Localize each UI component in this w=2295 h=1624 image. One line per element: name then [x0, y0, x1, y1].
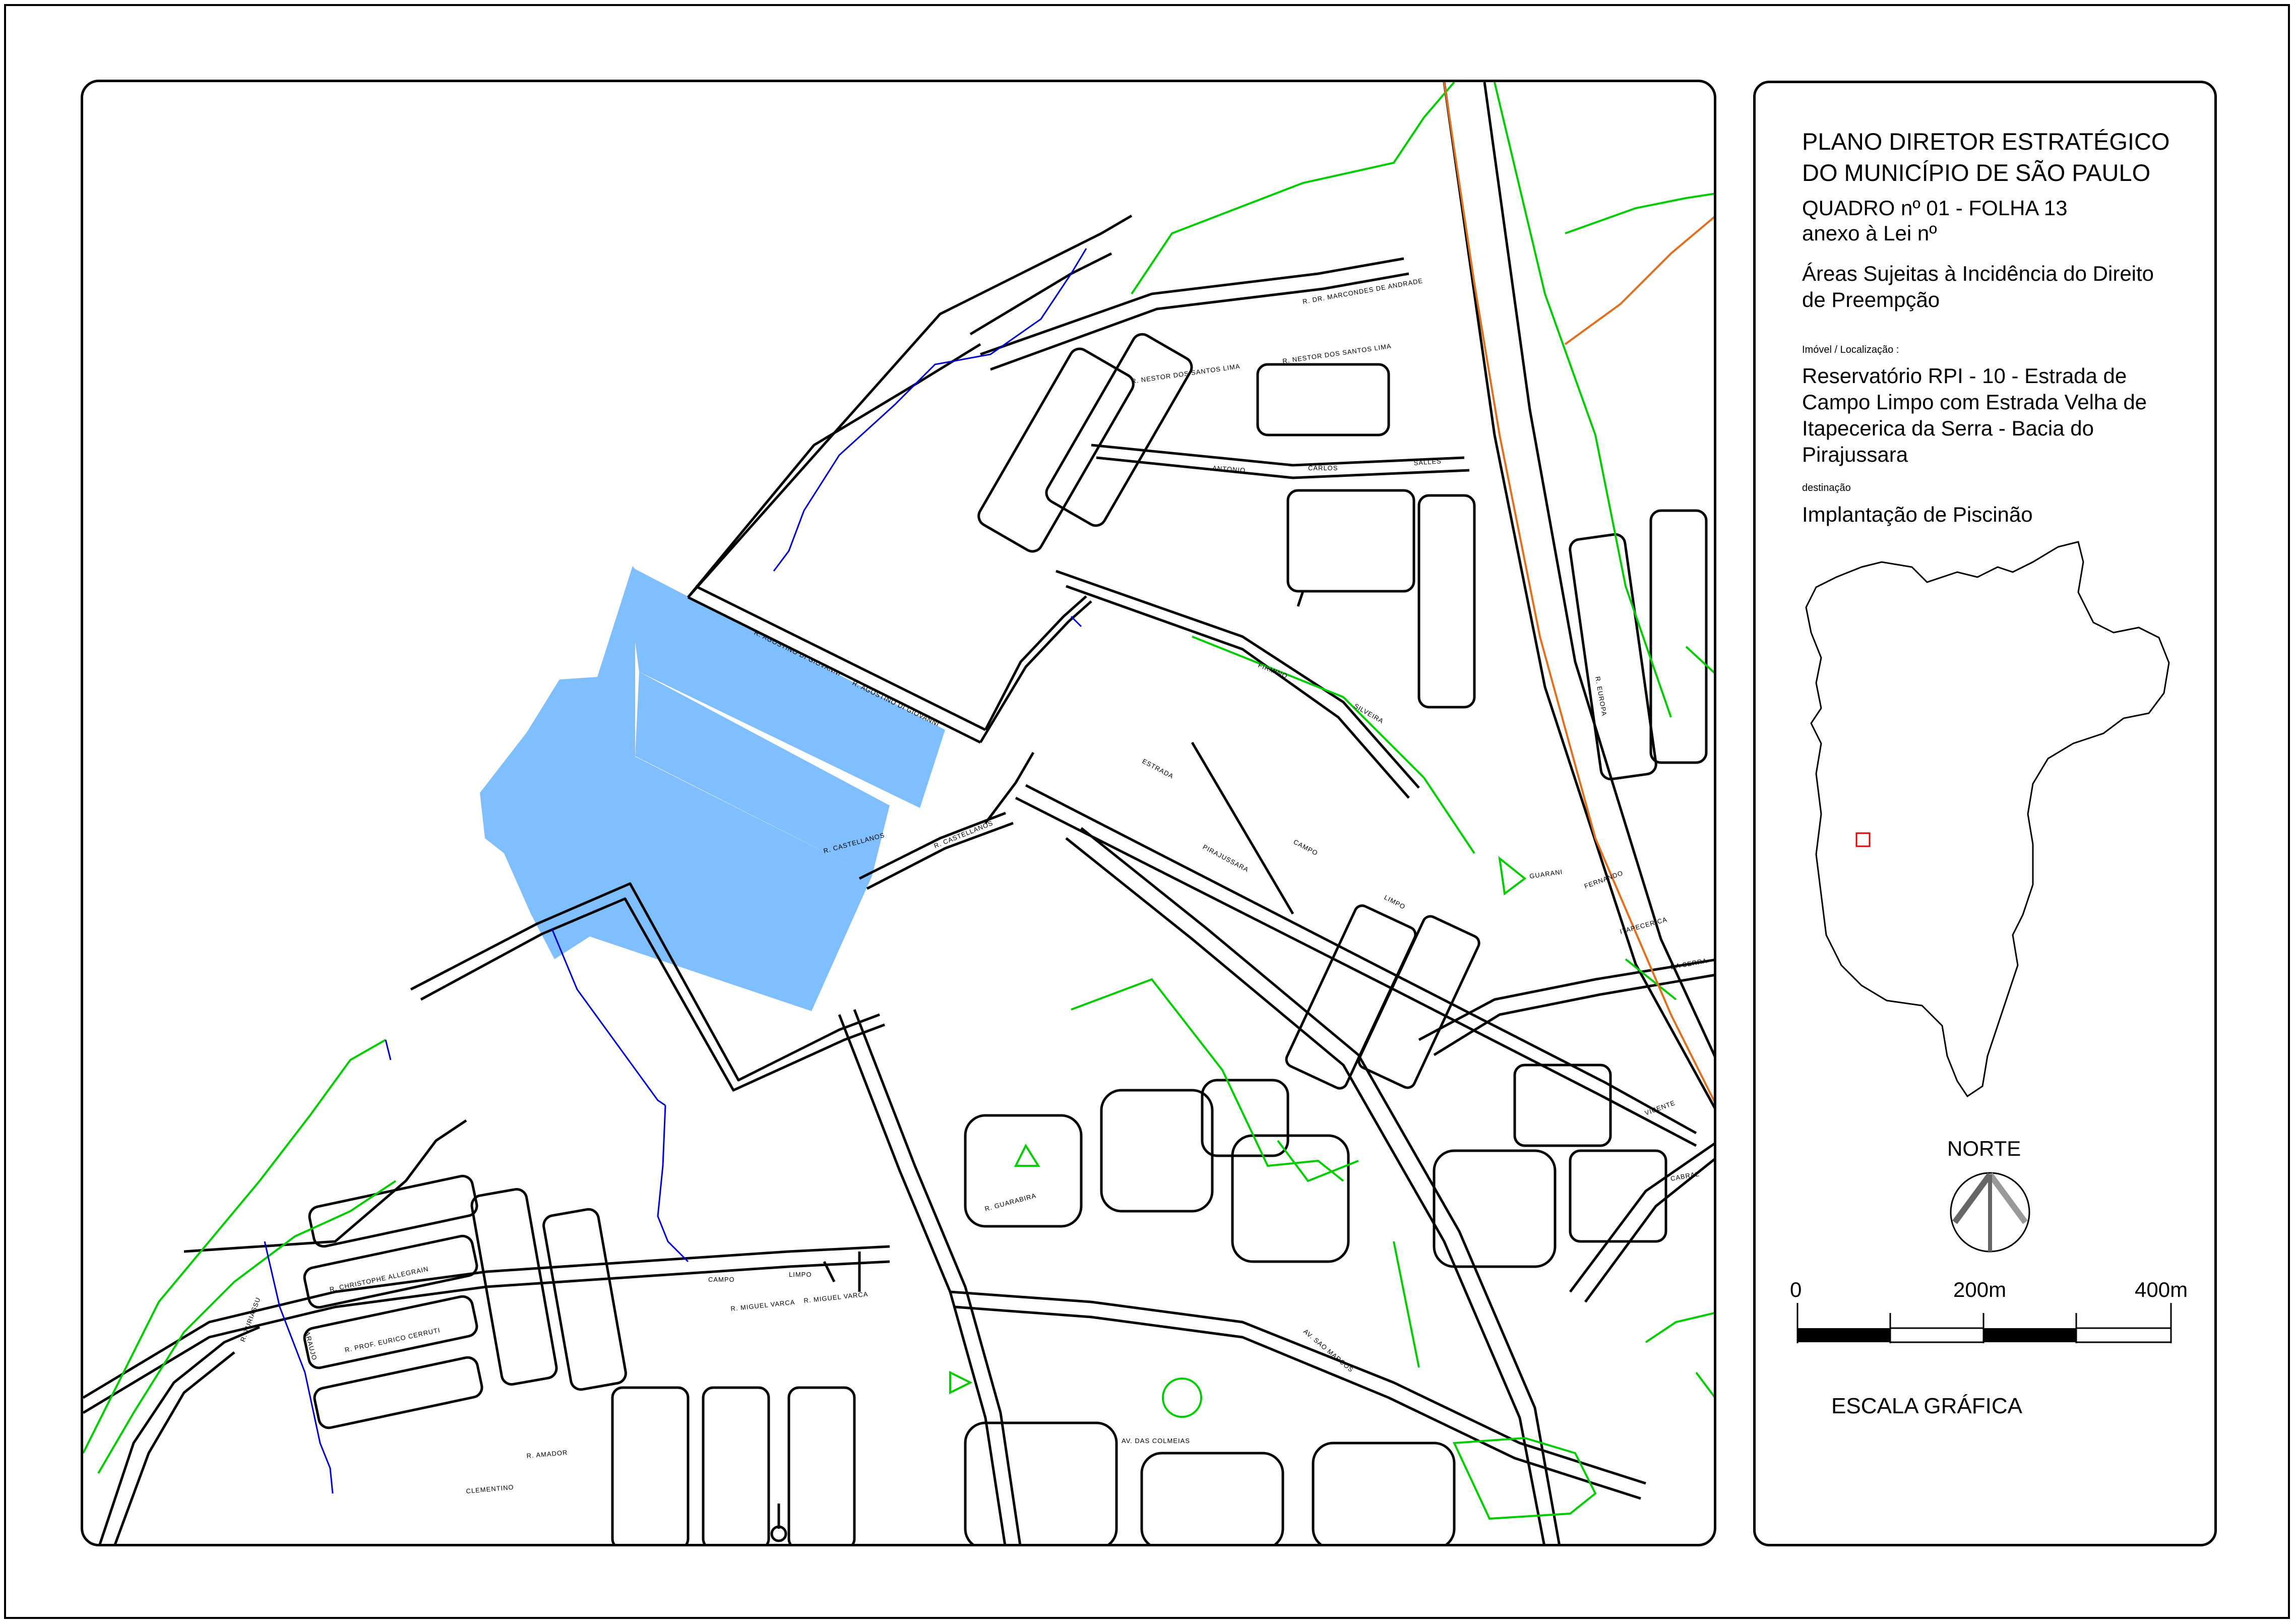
street-label: LIMPO	[1383, 893, 1407, 911]
legend-panel: PLANO DIRETOR ESTRATÉGICO DO MUNICÍPIO D…	[1753, 81, 2217, 1546]
scale-bar	[1796, 1303, 2172, 1343]
anexo-label: anexo à Lei nº	[1802, 221, 1937, 245]
street-label: DA SERRA	[1670, 957, 1708, 971]
street-label: R. GUARABIRA	[984, 1192, 1037, 1213]
street-label: FERNANDO	[1583, 869, 1624, 890]
street-label: R. MIGUEL VARCA	[730, 1298, 795, 1313]
scale-tick-400: 400m	[2135, 1278, 2188, 1301]
destination-label: destinação	[1802, 482, 1851, 493]
north-label: NORTE	[1947, 1137, 2021, 1160]
street-label: CAMPO	[708, 1276, 735, 1283]
scale-tick-0: 0	[1790, 1278, 1802, 1301]
street-label: AV. SAO MARCOS	[1302, 1328, 1355, 1374]
street-label: R. MIGUEL VARCA	[803, 1290, 869, 1304]
location-line-4: Pirajussara	[1802, 443, 1908, 466]
street-label: R. TURIASSU	[239, 1296, 262, 1343]
street-label: R. PROF. EURICO CERRUTI	[344, 1326, 441, 1354]
street-label: ITAPECERICA	[1619, 915, 1668, 935]
street-label: SALLES	[1413, 457, 1442, 467]
scale-tick-200: 200m	[1953, 1278, 2007, 1301]
title-line-1: PLANO DIRETOR ESTRATÉGICO	[1802, 128, 2170, 155]
map-panel[interactable]: R. AGOSTINO DI GIOVANNI R. AGOSTINO DI G…	[81, 80, 1716, 1546]
orange-line	[1443, 82, 1714, 1103]
north-arrow-icon	[1950, 1172, 2030, 1253]
street-label: CLEMENTINO	[466, 1483, 514, 1495]
title-line-2: DO MUNICÍPIO DE SÃO PAULO	[1802, 159, 2151, 186]
street-label: PIRAJUSSARA	[1202, 843, 1250, 873]
destination-value: Implantação de Piscinão	[1802, 503, 2033, 526]
street-label: R. AMADOR	[526, 1449, 568, 1460]
street-label: R. EUROPA	[1594, 676, 1608, 717]
location-label: Imóvel / Localização :	[1802, 344, 1899, 355]
street-map: R. AGOSTINO DI GIOVANNI R. AGOSTINO DI G…	[83, 82, 1714, 1544]
street-label: LIMPO	[789, 1271, 812, 1278]
location-line-2: Campo Limpo com Estrada Velha de	[1802, 390, 2147, 414]
street-label: CAMPO	[1292, 838, 1320, 857]
theme-line-1: Áreas Sujeitas à Incidência do Direito	[1802, 262, 2154, 285]
road-network	[83, 82, 1714, 1544]
street-label: GUARANI	[1529, 868, 1563, 880]
street-label: R. CHRISTOPHE ALLEGRAIN	[329, 1265, 429, 1293]
street-label: ANTONIO	[1212, 464, 1246, 474]
municipality-outline	[1805, 541, 2170, 1098]
street-label: AV. DAS COLMEIAS	[1122, 1437, 1190, 1445]
location-line-3: Itapecerica da Serra - Bacia do	[1802, 416, 2094, 440]
locator-map	[1805, 541, 2170, 1098]
location-line-1: Reservatório RPI - 10 - Estrada de	[1802, 364, 2127, 388]
street-label: R. NESTOR DOS SANTOS LIMA	[1282, 342, 1392, 365]
theme-line-2: de Preempção	[1802, 288, 1940, 311]
location-marker	[1855, 832, 1871, 847]
quadro-label: QUADRO nº 01 - FOLHA 13	[1802, 196, 2068, 220]
street-label: ESTRADA	[1141, 757, 1175, 780]
street-label: CARLOS	[1308, 464, 1338, 472]
scale-caption: ESCALA GRÁFICA	[1831, 1394, 2023, 1418]
preemption-area	[480, 566, 945, 1011]
